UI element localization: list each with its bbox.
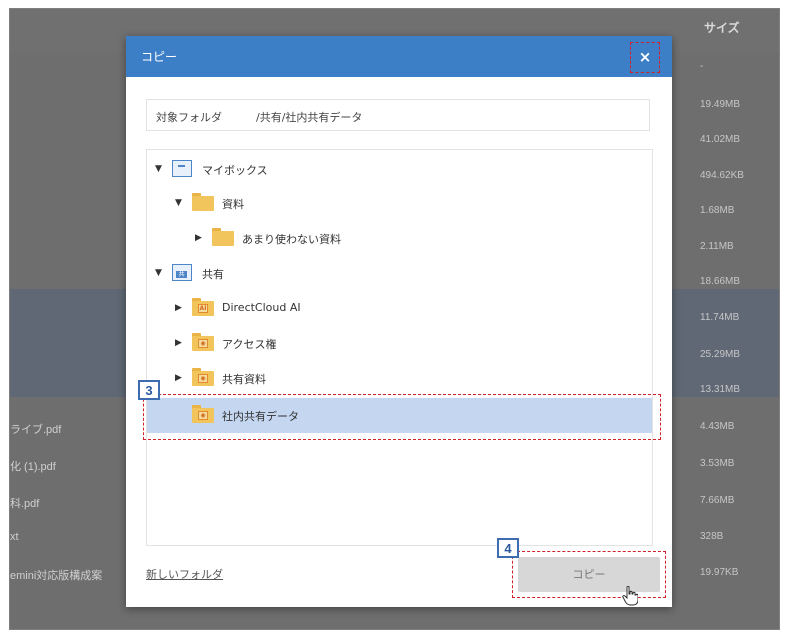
file-size-cell: 3.53MB bbox=[700, 458, 735, 469]
file-size-cell: 41.02MB bbox=[700, 134, 741, 145]
file-size-cell: - bbox=[700, 61, 704, 72]
tree-item-mybox[interactable]: ▼ マイボックス bbox=[147, 152, 652, 186]
file-size-cell: 19.49MB bbox=[700, 99, 741, 110]
file-size-cell: 11.74MB bbox=[700, 312, 740, 323]
expand-toggle-icon[interactable]: ▶ bbox=[175, 373, 182, 383]
tree-item-rarely-used[interactable]: ▶ あまり使わない資料 bbox=[147, 221, 652, 255]
copy-dialog: コピー × 対象フォルダ /共有/社内共有データ ▼ マイボックス ▼ 資料 ▶… bbox=[126, 36, 672, 607]
target-folder-field: 対象フォルダ /共有/社内共有データ bbox=[146, 99, 650, 131]
selection-highlight bbox=[143, 394, 661, 440]
mybox-icon bbox=[172, 159, 194, 177]
file-name-cell[interactable]: xt bbox=[10, 531, 19, 543]
file-name-cell[interactable]: 科.pdf bbox=[10, 495, 39, 511]
tree-item-access-rights[interactable]: ▶ ◉ アクセス権 bbox=[147, 326, 652, 360]
step-3-marker: 3 bbox=[138, 380, 160, 400]
file-size-cell: 19.97KB bbox=[700, 567, 739, 578]
tree-item-label: 共有資料 bbox=[222, 373, 266, 386]
file-size-cell: 1.68MB bbox=[700, 205, 735, 216]
tree-item-materials[interactable]: ▼ 資料 bbox=[147, 186, 652, 220]
file-name-cell[interactable]: emini対応版構成案 bbox=[10, 567, 102, 583]
file-size-cell: 18.66MB bbox=[700, 276, 741, 287]
file-size-cell: 25.29MB bbox=[700, 349, 741, 360]
dialog-title: コピー bbox=[141, 50, 178, 64]
tree-item-shared-materials[interactable]: ▶ ◉ 共有資料 bbox=[147, 361, 652, 395]
close-highlight bbox=[630, 42, 660, 73]
hand-pointer-icon bbox=[622, 586, 638, 606]
tree-item-label: アクセス権 bbox=[222, 338, 277, 351]
target-folder-label: 対象フォルダ bbox=[156, 111, 222, 124]
tree-item-label: 資料 bbox=[222, 198, 244, 211]
step-4-marker: 4 bbox=[497, 538, 519, 558]
new-folder-link[interactable]: 新しいフォルダ bbox=[146, 566, 223, 582]
tree-item-label: 共有 bbox=[202, 268, 224, 281]
expand-toggle-icon[interactable]: ▼ bbox=[155, 268, 162, 278]
tree-item-label: DirectCloud AI bbox=[222, 301, 301, 314]
shared-box-icon: 共 bbox=[172, 263, 194, 281]
shared-folder-icon: ◉ bbox=[192, 368, 214, 386]
file-size-cell: 2.11MB bbox=[700, 241, 734, 252]
file-size-cell: 13.31MB bbox=[700, 384, 741, 395]
folder-icon bbox=[192, 193, 214, 211]
dialog-titlebar: コピー × bbox=[126, 36, 672, 77]
copy-highlight bbox=[512, 551, 666, 598]
file-size-cell: 7.66MB bbox=[700, 495, 735, 506]
target-folder-path: /共有/社内共有データ bbox=[256, 111, 363, 124]
expand-toggle-icon[interactable]: ▶ bbox=[175, 303, 182, 313]
folder-icon bbox=[212, 228, 234, 246]
shared-folder-icon: ◉ bbox=[192, 333, 214, 351]
expand-toggle-icon[interactable]: ▼ bbox=[175, 198, 182, 208]
expand-toggle-icon[interactable]: ▶ bbox=[175, 338, 182, 348]
file-name-cell[interactable]: ライブ.pdf bbox=[10, 421, 61, 437]
size-column-header[interactable]: サイズ bbox=[704, 19, 740, 36]
file-name-cell[interactable]: 化 (1).pdf bbox=[10, 458, 56, 474]
file-size-cell: 4.43MB bbox=[700, 421, 735, 432]
expand-toggle-icon[interactable]: ▶ bbox=[195, 233, 202, 243]
tree-item-shared[interactable]: ▼ 共 共有 bbox=[147, 256, 652, 290]
expand-toggle-icon[interactable]: ▼ bbox=[155, 164, 162, 174]
file-size-cell: 494.62KB bbox=[700, 170, 744, 181]
folder-tree[interactable]: ▼ マイボックス ▼ 資料 ▶ あまり使わない資料 ▼ 共 共有 ▶ AI Di… bbox=[146, 149, 653, 546]
screenshot-frame: サイズ - 19.49MB 41.02MB 494.62KB 1.68MB 2.11MB 1… bbox=[9, 8, 780, 630]
tree-item-label: マイボックス bbox=[202, 164, 268, 177]
tree-item-directcloud-ai[interactable]: ▶ AI DirectCloud AI bbox=[147, 291, 652, 325]
tree-item-label: あまり使わない資料 bbox=[242, 233, 341, 246]
ai-folder-icon: AI bbox=[192, 298, 214, 316]
file-size-cell: 328B bbox=[700, 531, 724, 542]
